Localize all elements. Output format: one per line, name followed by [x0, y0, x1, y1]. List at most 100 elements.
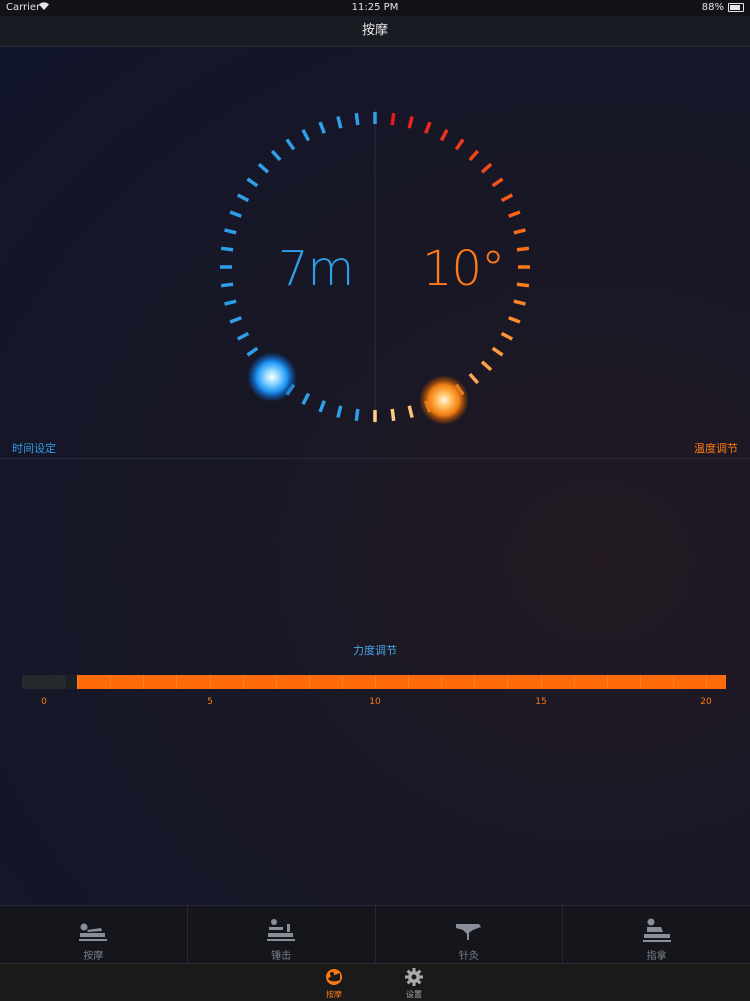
dial-tick	[336, 405, 343, 418]
tab-settings[interactable]: 设置	[394, 967, 434, 1000]
tab-bar: 按摩 设置	[0, 963, 750, 1001]
dial-tick	[516, 282, 530, 288]
force-slider-tick	[573, 675, 575, 689]
dial-tick	[224, 228, 237, 235]
dial-tick	[454, 138, 465, 151]
force-slider-tick	[308, 675, 310, 689]
dial-tick	[246, 346, 259, 357]
dial-tick	[508, 210, 521, 218]
dial-tick	[516, 246, 530, 252]
dial-tick	[236, 331, 250, 341]
dial-tick	[220, 282, 234, 288]
force-slider-tick	[408, 675, 410, 689]
dial-tick	[257, 162, 270, 174]
temperature-knob[interactable]	[420, 376, 468, 424]
force-tick-label: 20	[700, 697, 712, 707]
force-slider[interactable]	[22, 675, 726, 689]
page-title: 按摩	[361, 23, 388, 38]
dial-tick	[285, 138, 296, 151]
force-tick-label: 5	[207, 697, 213, 707]
nav-bar: 按摩	[0, 16, 750, 47]
dial-tick	[407, 116, 414, 129]
force-slider-tick	[77, 675, 79, 689]
force-slider-tick	[540, 675, 542, 689]
dial-svg	[220, 109, 530, 425]
dial-tick	[491, 346, 504, 357]
dial-tick	[318, 121, 326, 134]
gear-icon	[405, 968, 423, 986]
dial-tick	[500, 331, 514, 341]
force-slider-tick	[375, 675, 376, 689]
force-slider-tick	[507, 675, 509, 689]
mode-massage[interactable]: 按摩	[0, 906, 187, 964]
temperature-value: 10°	[422, 241, 505, 297]
massage-lying-icon	[79, 923, 108, 941]
force-slider-tick	[110, 675, 112, 689]
dial-tick	[301, 128, 311, 142]
force-tick-label: 15	[535, 697, 547, 707]
dial-tick	[390, 408, 396, 422]
time-setting-label: 时间设定	[12, 442, 56, 455]
force-slider-tick	[474, 675, 476, 689]
mode-hammer-label: 锤击	[271, 951, 292, 962]
battery-icon	[728, 3, 744, 12]
status-bar: Carrier 11:25 PM 88%	[0, 0, 750, 16]
force-slider-tick	[639, 675, 641, 689]
dial-tick	[354, 408, 360, 422]
force-slider-tick	[242, 675, 244, 689]
temperature-setting-label: 温度调节	[694, 442, 738, 455]
dial-tick	[229, 210, 242, 218]
mode-hammer[interactable]: 锤击	[186, 906, 375, 964]
time-knob[interactable]	[248, 353, 296, 401]
force-slider-tick	[672, 675, 674, 689]
dial-tick	[229, 316, 242, 324]
dial-tick	[468, 149, 480, 162]
dial-tick	[236, 193, 250, 203]
dial-tick	[220, 246, 234, 252]
dial-tick	[354, 112, 360, 126]
force-tick-label: 10	[369, 697, 381, 707]
mode-massage-label: 按摩	[83, 951, 104, 962]
force-slider-tick	[209, 675, 211, 689]
dial-tick	[390, 112, 396, 126]
dial-tick	[407, 405, 414, 418]
dial-tick	[246, 177, 259, 188]
dial-tick	[270, 149, 282, 162]
dial-tick	[424, 121, 432, 134]
dial-tick	[336, 116, 343, 129]
massage-tab-icon	[326, 969, 342, 985]
mode-acupuncture[interactable]: 针灸	[374, 906, 563, 964]
mode-bar: 按摩 锤击 针灸 指拿	[0, 905, 750, 964]
dial-tick	[318, 400, 326, 413]
force-slider-tick	[606, 675, 608, 689]
dial-tick	[439, 128, 449, 142]
force-slider-fill	[77, 675, 726, 689]
dial-tick	[508, 316, 521, 324]
force-slider-tick	[275, 675, 277, 689]
force-slider-tick	[143, 675, 145, 689]
dial-tick	[513, 228, 526, 235]
mode-finger-press-label: 指拿	[646, 951, 667, 962]
hammer-massage-icon	[267, 919, 296, 941]
battery-percent: 88%	[701, 2, 724, 13]
tab-settings-label: 设置	[406, 990, 422, 999]
mode-finger-press[interactable]: 指拿	[562, 906, 750, 964]
tab-massage[interactable]: 按摩	[314, 967, 354, 1000]
finger-press-icon	[642, 918, 671, 942]
dial-tick	[301, 392, 311, 406]
acupuncture-icon	[455, 924, 481, 940]
mode-acupuncture-label: 针灸	[458, 951, 479, 962]
dial-tick	[500, 193, 514, 203]
dial-tick	[224, 299, 237, 306]
force-label: 力度调节	[353, 644, 397, 657]
dial-tick	[480, 162, 493, 174]
dial-tick	[480, 360, 493, 372]
dial-tick	[513, 299, 526, 306]
dial-tick	[468, 372, 480, 385]
force-slider-tick	[176, 675, 178, 689]
force-slider-tick	[706, 675, 707, 689]
main-panel: 7m 10° 时间设定 温度调节 力度调节 0 5 10 15 20	[0, 47, 750, 905]
force-slider-handle[interactable]	[22, 675, 66, 689]
time-value: 7m	[278, 241, 354, 297]
force-slider-tick	[441, 675, 443, 689]
